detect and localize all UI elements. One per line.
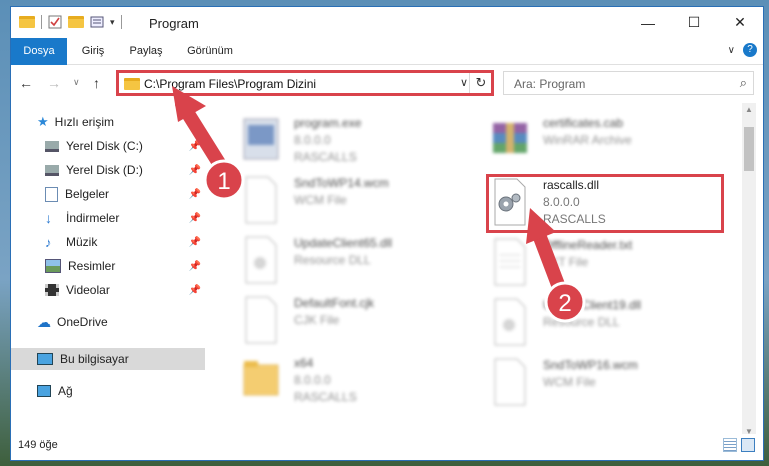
- view-options-icon[interactable]: [90, 15, 104, 29]
- folder-icon: [19, 16, 35, 28]
- file-item[interactable]: OfflineReader.txt TXT File: [489, 235, 719, 293]
- sidebar-item-this-pc[interactable]: Bu bilgisayar: [11, 348, 205, 370]
- navigation-pane: ★ Hızlı erişim Yerel Disk (C:) 📌 Yerel D…: [11, 103, 205, 418]
- large-icons-view-icon[interactable]: [741, 438, 755, 452]
- drive-icon: [45, 164, 59, 176]
- file-item[interactable]: UpdateClient65.dll Resource DLL: [240, 233, 470, 291]
- star-icon: ★: [37, 114, 49, 129]
- pin-icon[interactable]: 📌: [189, 285, 201, 296]
- pictures-icon: [45, 259, 61, 273]
- pin-icon[interactable]: 📌: [189, 189, 201, 200]
- tab-view[interactable]: Görünüm: [181, 38, 239, 64]
- help-icon[interactable]: ?: [743, 43, 757, 57]
- file-icon: [245, 296, 277, 344]
- minimize-button[interactable]: —: [625, 7, 671, 38]
- back-button[interactable]: ←: [19, 75, 33, 91]
- file-item[interactable]: DefaultFont.cjk CJK File: [240, 293, 470, 351]
- navigation-bar: ← → ∨ ↑ C:\Program Files\Program Dizini …: [11, 65, 763, 101]
- file-item[interactable]: SndToWP16.wcm WCM File: [489, 355, 719, 413]
- sidebar-item-pictures[interactable]: Resimler 📌: [11, 255, 205, 277]
- sidebar-item-music[interactable]: ♪ Müzik 📌: [11, 231, 205, 253]
- sidebar-item-onedrive[interactable]: ☁ OneDrive: [11, 311, 205, 333]
- properties-icon[interactable]: [48, 15, 62, 29]
- toolbar-divider: [120, 15, 122, 29]
- file-item[interactable]: SndToWP14.wcm WCM File: [240, 173, 470, 231]
- music-icon: ♪: [45, 234, 52, 250]
- window-title: Program: [149, 16, 199, 31]
- dll-icon: [494, 298, 526, 346]
- sidebar-item-network[interactable]: Ağ: [11, 380, 205, 402]
- vertical-scrollbar[interactable]: ▲ ▼: [742, 103, 756, 438]
- view-switcher: [723, 438, 755, 452]
- quick-access-toolbar: ▾: [19, 15, 122, 29]
- pin-icon[interactable]: 📌: [189, 141, 201, 152]
- forward-button[interactable]: →: [47, 75, 61, 91]
- item-count: 149 öğe: [18, 439, 58, 451]
- cloud-icon: ☁: [37, 313, 51, 330]
- file-list: program.exe 8.0.0.0 RASCALLS certificate…: [216, 103, 740, 418]
- file-item[interactable]: certificates.cab WinRAR Archive: [489, 113, 719, 171]
- customize-toolbar-icon[interactable]: ▾: [110, 17, 115, 28]
- exe-icon: [243, 118, 279, 160]
- dll-icon: [245, 236, 277, 284]
- file-highlight-box: [486, 174, 724, 233]
- up-button[interactable]: ↑: [93, 75, 100, 91]
- folder-icon: [243, 361, 279, 396]
- download-icon: ↓: [45, 210, 52, 226]
- sidebar-item-videos[interactable]: Videolar 📌: [11, 279, 205, 301]
- ribbon-tabs: Dosya Giriş Paylaş Görünüm ∨ ?: [11, 38, 763, 96]
- search-input[interactable]: Ara: Program: [514, 77, 585, 91]
- documents-icon: [45, 186, 58, 202]
- file-item[interactable]: UpdateClient19.dll Resource DLL: [489, 295, 719, 353]
- address-highlight-box: [116, 70, 494, 96]
- recent-locations-button[interactable]: ∨: [73, 77, 80, 88]
- tab-share[interactable]: Paylaş: [123, 38, 169, 64]
- expand-ribbon-icon[interactable]: ∨: [728, 45, 735, 56]
- search-box[interactable]: Ara: Program ⌕: [503, 71, 754, 95]
- sidebar-item-local-disk-c[interactable]: Yerel Disk (C:) 📌: [11, 135, 205, 157]
- status-bar: 149 öğe: [11, 434, 763, 458]
- close-button[interactable]: ✕: [717, 7, 763, 38]
- sidebar-item-downloads[interactable]: ↓ İndirmeler 📌: [11, 207, 205, 229]
- file-icon: [494, 358, 526, 406]
- sidebar-item-local-disk-d[interactable]: Yerel Disk (D:) 📌: [11, 159, 205, 181]
- text-file-icon: [494, 238, 526, 286]
- sidebar-item-documents[interactable]: Belgeler 📌: [11, 183, 205, 205]
- sidebar-item-quick-access[interactable]: ★ Hızlı erişim: [11, 111, 205, 133]
- title-bar: ▾ Program — ☐ ✕: [11, 7, 763, 38]
- new-folder-icon[interactable]: [68, 16, 84, 28]
- search-icon[interactable]: ⌕: [740, 75, 747, 91]
- scroll-up-icon[interactable]: ▲: [745, 105, 753, 114]
- file-icon: [245, 176, 277, 224]
- network-icon: [37, 385, 51, 397]
- pin-icon[interactable]: 📌: [189, 261, 201, 272]
- toolbar-divider: [41, 15, 42, 29]
- drive-icon: [45, 140, 59, 152]
- maximize-button[interactable]: ☐: [671, 7, 717, 38]
- video-icon: [45, 284, 59, 296]
- computer-icon: [37, 353, 53, 365]
- file-item[interactable]: x64 8.0.0.0 RASCALLS: [240, 353, 470, 411]
- ribbon-controls: ∨ ?: [728, 43, 757, 57]
- pin-icon[interactable]: 📌: [189, 165, 201, 176]
- tab-home[interactable]: Giriş: [73, 38, 113, 64]
- details-view-icon[interactable]: [723, 438, 737, 452]
- scrollbar-thumb[interactable]: [744, 127, 754, 171]
- pin-icon[interactable]: 📌: [189, 237, 201, 248]
- archive-icon: [493, 123, 527, 153]
- pin-icon[interactable]: 📌: [189, 213, 201, 224]
- file-item[interactable]: program.exe 8.0.0.0 RASCALLS: [240, 113, 470, 171]
- explorer-window: ▾ Program — ☐ ✕ Dosya Giriş Paylaş Görün…: [11, 7, 763, 460]
